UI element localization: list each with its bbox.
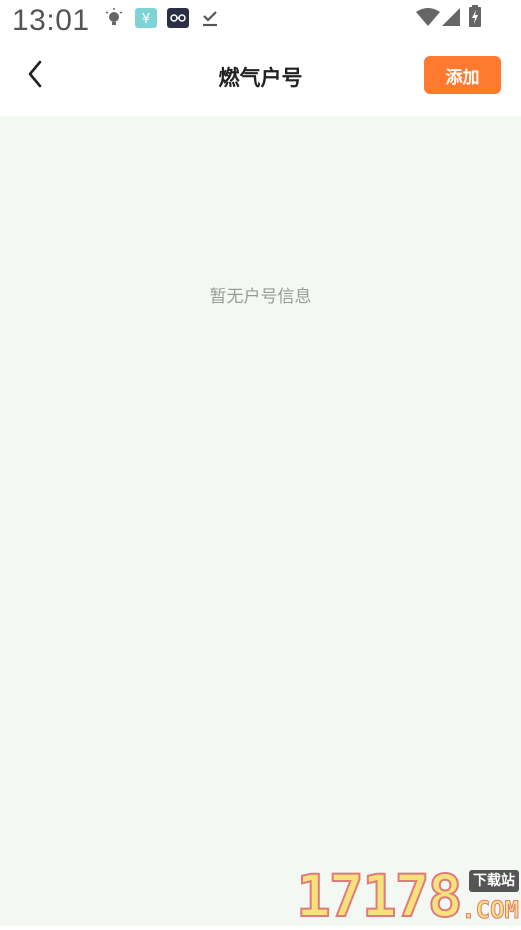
app-glasses-icon: [167, 8, 189, 32]
svg-text:¥: ¥: [142, 12, 150, 27]
wifi-icon: [416, 8, 440, 30]
bulb-icon: [104, 8, 124, 32]
watermark-suffix: .COM: [461, 896, 520, 925]
app-yen-icon: ¥: [135, 8, 157, 32]
content-area: 暂无户号信息: [0, 116, 521, 926]
site-watermark: 17178 下载站 .COM: [295, 862, 521, 930]
watermark-badge: 下载站: [469, 870, 519, 892]
battery-charging-icon: [469, 5, 481, 31]
watermark-logo-digits: 17178: [295, 862, 464, 930]
add-button[interactable]: 添加: [424, 56, 501, 94]
download-done-icon: [200, 8, 220, 32]
app-header: 燃气户号 添加: [0, 40, 521, 116]
status-clock: 13:01: [12, 4, 90, 37]
empty-state-message: 暂无户号信息: [209, 287, 312, 307]
signal-icon: [442, 8, 460, 30]
status-bar: 13:01 ¥: [0, 0, 521, 40]
